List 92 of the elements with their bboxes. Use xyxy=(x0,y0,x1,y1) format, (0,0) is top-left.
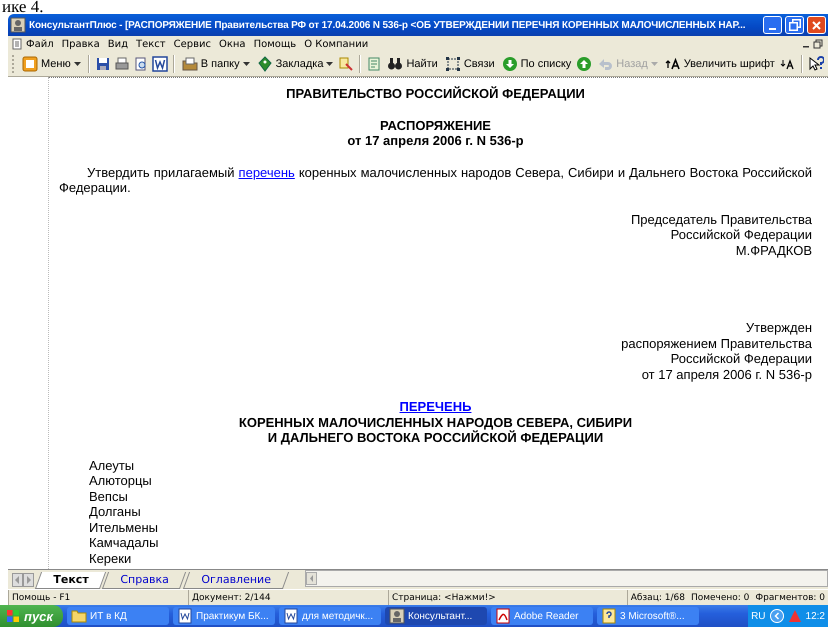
binoculars-icon xyxy=(387,56,404,72)
minimize-button[interactable] xyxy=(763,16,782,34)
tray-app-icon xyxy=(788,609,802,623)
status-text: Помощь - F1 xyxy=(11,592,72,602)
toolbar-button[interactable]: Закладка xyxy=(254,55,336,73)
taskbar-button[interactable]: ИТ в КД xyxy=(67,607,169,625)
signature-line: Российской Федерации xyxy=(670,227,812,242)
tab[interactable]: Оглавление xyxy=(182,572,288,589)
frame-icon xyxy=(444,56,461,72)
windows-logo-icon xyxy=(6,609,20,623)
toolbar-button[interactable]: В папку xyxy=(180,55,252,73)
page-text: ике 4. xyxy=(2,0,44,14)
taskbar-button[interactable]: для методичк... xyxy=(279,607,381,625)
approval-line: Российской Федерации xyxy=(670,351,812,366)
list-entry: Кереки xyxy=(89,550,132,566)
status-text: Помечено: 0 xyxy=(690,592,750,602)
document-heading: ПРАВИТЕЛЬСТВО РОССИЙСКОЙ ФЕДЕРАЦИИ xyxy=(285,86,586,102)
approval-line: распоряжением Правительства xyxy=(620,336,812,351)
status-text: Страница: <Нажми!> xyxy=(391,592,497,602)
menu-item[interactable]: Правка xyxy=(58,38,104,50)
list-entry: Алеуты xyxy=(89,458,136,473)
chevron-left-icon[interactable] xyxy=(770,609,784,623)
menu-item[interactable]: Окна xyxy=(214,38,250,50)
pdf-icon xyxy=(495,608,511,624)
window-title: КонсультантПлюс - [РАСПОРЯЖЕНИЕ Правительства РФ от 17.04.2006 N 536-р <ОБ УТВЕРЖДЕНИИ ПЕРЕЧНЯ КОРЕННЫХ МАЛОЧИСЛЕННЫХ НАР... xyxy=(29,20,746,30)
document-type: РАСПОРЯЖЕНИЕ xyxy=(379,118,492,133)
taskbar-button[interactable]: Консультант... xyxy=(385,607,487,625)
list-title: КОРЕННЫХ МАЛОЧИСЛЕННЫХ НАРОДОВ СЕВЕРА, СИБИРИ xyxy=(238,414,634,430)
increase-font-icon xyxy=(664,56,681,72)
document-icon xyxy=(12,38,22,50)
menu-item[interactable]: Сервис xyxy=(170,38,215,50)
menu-item[interactable]: Вид xyxy=(104,38,132,50)
tab[interactable]: Справка xyxy=(102,572,187,589)
restore-icon xyxy=(788,19,800,31)
help-pointer-icon[interactable] xyxy=(808,56,824,72)
menu-item[interactable]: Помощь xyxy=(250,38,300,50)
close-icon xyxy=(812,20,821,30)
caret-icon xyxy=(74,62,81,66)
toolbar-button[interactable]: По списку xyxy=(500,55,574,73)
toolbar-button[interactable]: Связи xyxy=(442,55,497,73)
taskbar-button[interactable]: 3 Microsoft®... xyxy=(597,607,699,625)
printer-icon[interactable] xyxy=(114,56,130,72)
word-document-icon xyxy=(177,608,193,624)
status-text: Документ: 2/144 xyxy=(191,592,272,602)
list-entry: Ительмены xyxy=(89,520,159,535)
close-button[interactable] xyxy=(807,16,826,34)
taskbar-button[interactable]: Adobe Reader xyxy=(491,607,593,625)
folder-icon xyxy=(71,608,87,624)
document-link[interactable]: перечень xyxy=(238,164,295,180)
scroll-left-icon[interactable] xyxy=(12,572,23,586)
approval-line: от 17 апреля 2006 г. N 536-р xyxy=(640,366,812,382)
caret-icon xyxy=(650,62,658,66)
signature-line: Председатель Правительства xyxy=(630,212,812,227)
restore-button[interactable] xyxy=(785,16,804,34)
help-document-icon xyxy=(601,608,617,624)
signature-line: М.ФРАДКОВ xyxy=(734,242,812,258)
menu-item[interactable]: Файл xyxy=(22,38,58,50)
list-link[interactable]: ПЕРЕЧЕНЬ xyxy=(400,399,472,414)
approval-line: Утвержден xyxy=(744,320,812,336)
scroll-right-icon[interactable] xyxy=(23,572,34,586)
app-icon xyxy=(10,17,26,33)
restore-icon[interactable] xyxy=(812,38,824,50)
caret-icon xyxy=(242,62,250,66)
horizontal-scrollbar[interactable] xyxy=(305,570,828,587)
document-date: от 17 апреля 2006 г. N 536-р xyxy=(346,133,525,148)
menu-icon xyxy=(22,56,38,72)
taskbar-button[interactable]: Практикум БК... xyxy=(173,607,275,625)
notes-icon[interactable] xyxy=(366,56,382,72)
save-icon[interactable] xyxy=(94,56,111,72)
clock: 12:2 xyxy=(806,610,825,622)
minimize-icon xyxy=(769,28,776,30)
list-entry: Вепсы xyxy=(89,488,129,504)
document-paragraph: Утвердить прилагаемый перечень коренных малочисленных народов Севера, Сибири и Дальнего Востока Российской Федерации. xyxy=(59,164,812,196)
list-entry: Камчадалы xyxy=(89,535,160,550)
list-entry: Алюторцы xyxy=(89,473,153,488)
menu-item[interactable]: Текст xyxy=(132,38,170,50)
toolbar-button[interactable]: Увеличить шрифт xyxy=(662,55,777,73)
app-icon xyxy=(389,608,405,624)
folder-icon xyxy=(182,56,198,72)
status-text: Фрагментов: 0 xyxy=(754,592,826,602)
toolbar-button[interactable]: Найти xyxy=(385,55,440,73)
bookmark-icon xyxy=(256,56,273,72)
menu-item[interactable]: О Компании xyxy=(300,38,372,50)
scroll-left-icon xyxy=(306,572,318,585)
word-icon[interactable] xyxy=(152,56,168,72)
caret-icon xyxy=(326,62,334,66)
list-entry: Долганы xyxy=(89,504,142,520)
status-text: Абзац: 1/68 xyxy=(630,592,686,602)
toolbar-button[interactable]: Меню xyxy=(20,55,83,73)
word-document-icon xyxy=(283,608,299,624)
tab[interactable]: Текст xyxy=(34,572,106,589)
list-title: И ДАЛЬНЕГО ВОСТОКА РОССИЙСКОЙ ФЕДЕРАЦИИ xyxy=(266,430,604,446)
